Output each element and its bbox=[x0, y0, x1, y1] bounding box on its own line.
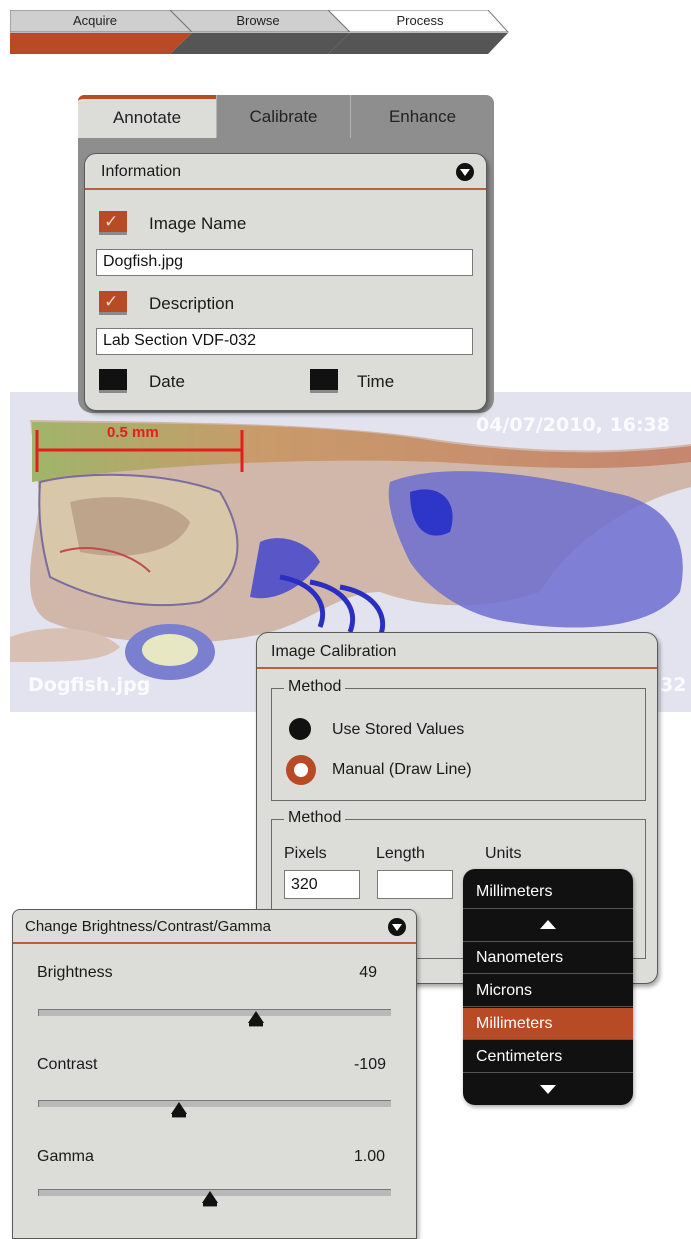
units-label: Units bbox=[485, 845, 522, 862]
method-legend: Method bbox=[284, 809, 346, 827]
brightness-label: Brightness bbox=[37, 964, 113, 981]
option-microns[interactable]: Microns bbox=[463, 975, 633, 1007]
title-divider bbox=[13, 942, 416, 944]
step-browse[interactable]: Browse bbox=[178, 10, 338, 32]
gamma-slider-thumb[interactable] bbox=[202, 1191, 219, 1207]
contrast-value: -109 bbox=[353, 1056, 386, 1073]
time-checkbox[interactable] bbox=[310, 369, 338, 393]
contrast-slider[interactable] bbox=[38, 1100, 391, 1107]
step-acquire[interactable]: Acquire bbox=[10, 10, 180, 32]
description-label: Description bbox=[149, 294, 235, 313]
manual-draw-line-label: Manual (Draw Line) bbox=[332, 761, 472, 778]
pixels-label: Pixels bbox=[284, 845, 327, 862]
contrast-label: Contrast bbox=[37, 1056, 98, 1073]
tab-enhance[interactable]: Enhance bbox=[350, 95, 494, 139]
scroll-up-button[interactable] bbox=[463, 909, 633, 942]
step-process[interactable]: Process bbox=[340, 10, 500, 32]
option-nanometers[interactable]: Nanometers bbox=[463, 942, 633, 974]
brightness-value: 49 bbox=[359, 964, 377, 981]
dropdown-selected-value[interactable]: Millimeters bbox=[463, 875, 633, 909]
title-divider bbox=[85, 188, 486, 190]
date-label: Date bbox=[149, 372, 185, 391]
tab-annotate[interactable]: Annotate bbox=[78, 95, 216, 139]
image-name-checkbox[interactable]: ✓ bbox=[99, 211, 127, 235]
timestamp-overlay: 04/07/2010, 16:38 bbox=[476, 414, 670, 436]
title-divider bbox=[257, 667, 657, 669]
arrow-down-icon bbox=[540, 1085, 556, 1094]
tab-bar: Annotate Calibrate Enhance bbox=[78, 95, 494, 139]
use-stored-values-radio[interactable] bbox=[289, 718, 311, 740]
information-title: Information bbox=[101, 163, 182, 180]
use-stored-values-label: Use Stored Values bbox=[332, 721, 465, 738]
image-name-label: Image Name bbox=[149, 214, 247, 233]
time-label: Time bbox=[357, 372, 395, 391]
information-panel: Information ✓ Image Name Dogfish.jpg ✓ D… bbox=[84, 153, 487, 411]
image-name-field[interactable]: Dogfish.jpg bbox=[96, 249, 473, 276]
scale-bar-label: 0.5 mm bbox=[107, 424, 159, 441]
length-input[interactable] bbox=[377, 870, 453, 899]
tab-calibrate[interactable]: Calibrate bbox=[216, 95, 350, 139]
option-millimeters[interactable]: Millimeters bbox=[463, 1008, 633, 1040]
length-label: Length bbox=[376, 845, 425, 862]
checkmark-icon: ✓ bbox=[104, 212, 119, 231]
description-field[interactable]: Lab Section VDF-032 bbox=[96, 328, 473, 355]
workflow-steps: Acquire Browse Process bbox=[10, 10, 510, 56]
calibration-title: Image Calibration bbox=[271, 643, 397, 660]
brightness-slider[interactable] bbox=[38, 1009, 391, 1016]
collapse-icon[interactable] bbox=[388, 918, 406, 936]
arrow-up-icon bbox=[540, 920, 556, 929]
date-checkbox[interactable] bbox=[99, 369, 127, 393]
collapse-icon[interactable] bbox=[456, 163, 474, 181]
gamma-label: Gamma bbox=[37, 1148, 94, 1165]
manual-draw-line-radio[interactable] bbox=[286, 755, 316, 785]
option-centimeters[interactable]: Centimeters bbox=[463, 1041, 633, 1073]
description-overlay-partial: 32 bbox=[660, 674, 687, 696]
checkmark-icon: ✓ bbox=[104, 292, 119, 311]
scroll-down-button[interactable] bbox=[463, 1074, 633, 1105]
pixels-input[interactable]: 320 bbox=[284, 870, 360, 899]
method-legend: Method bbox=[284, 678, 346, 696]
method-group-1: Method Use Stored Values Manual (Draw Li… bbox=[271, 678, 646, 801]
units-dropdown[interactable]: Millimeters Nanometers Microns Millimete… bbox=[463, 869, 633, 1105]
filename-overlay: Dogfish.jpg bbox=[28, 674, 151, 696]
contrast-slider-thumb[interactable] bbox=[170, 1102, 187, 1118]
description-checkbox[interactable]: ✓ bbox=[99, 291, 127, 315]
bcg-title: Change Brightness/Contrast/Gamma bbox=[25, 918, 271, 935]
gamma-value: 1.00 bbox=[353, 1148, 385, 1165]
brightness-slider-thumb[interactable] bbox=[248, 1011, 265, 1027]
brightness-contrast-gamma-panel: Change Brightness/Contrast/Gamma Brightn… bbox=[12, 909, 417, 1239]
